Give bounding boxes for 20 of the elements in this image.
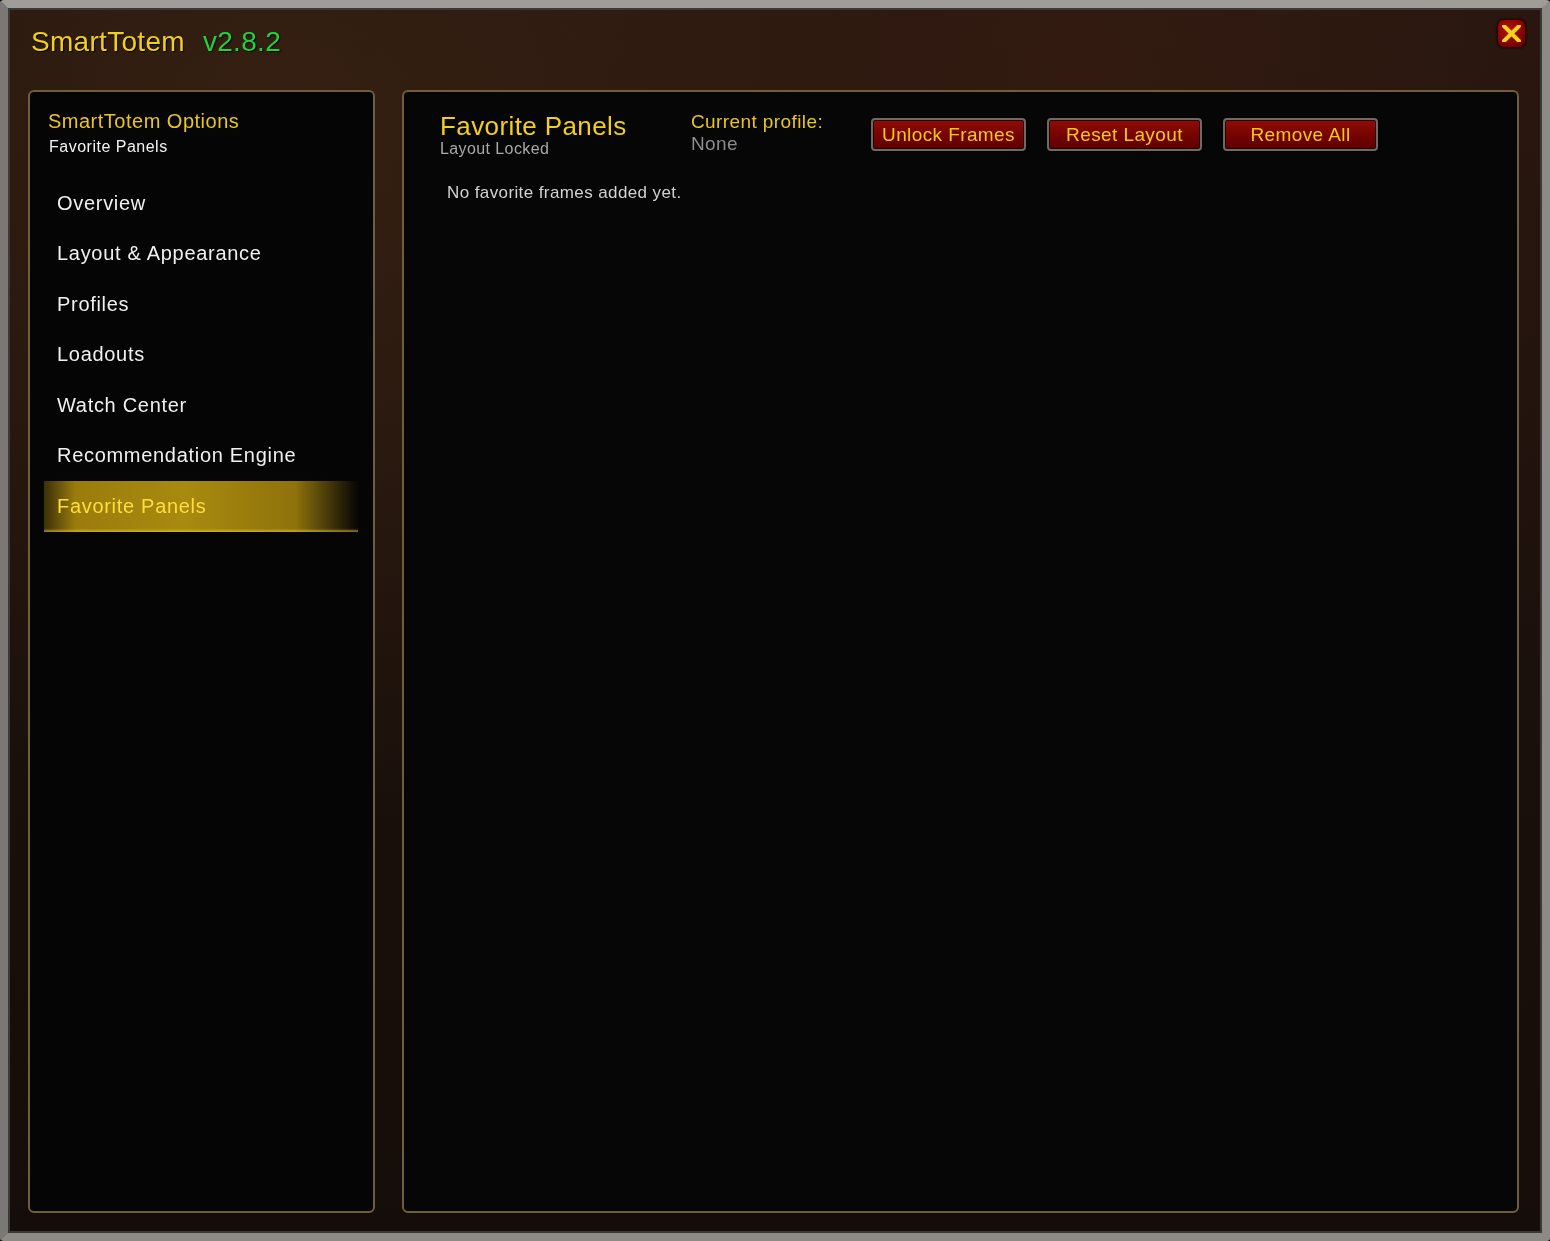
sidebar-heading: SmartTotem Options	[48, 109, 240, 133]
sidebar-item[interactable]: Watch Center	[44, 380, 358, 431]
sidebar-subheading: Favorite Panels	[49, 137, 168, 157]
sidebar-item[interactable]: Loadouts	[44, 329, 358, 380]
profile-label: Current profile:	[691, 110, 824, 134]
sidebar-item[interactable]: Recommendation Engine	[44, 430, 358, 481]
action-button[interactable]: Reset Layout	[1047, 118, 1202, 151]
sidebar-item[interactable]: Profiles	[44, 279, 358, 330]
empty-message: No favorite frames added yet.	[447, 182, 682, 204]
profile-value: None	[691, 134, 739, 154]
sidebar-item[interactable]: Overview	[44, 178, 358, 229]
window-title: SmartTotem	[31, 25, 185, 59]
panel-title: Favorite Panels	[440, 110, 627, 142]
action-button[interactable]: Remove All	[1223, 118, 1378, 151]
sidebar-item[interactable]: Layout & Appearance	[44, 228, 358, 279]
close-icon	[1502, 25, 1521, 42]
action-button[interactable]: Unlock Frames	[871, 118, 1026, 151]
version-label: v2.8.2	[202, 25, 281, 59]
close-button[interactable]	[1497, 19, 1526, 48]
layout-status: Layout Locked	[440, 139, 550, 159]
